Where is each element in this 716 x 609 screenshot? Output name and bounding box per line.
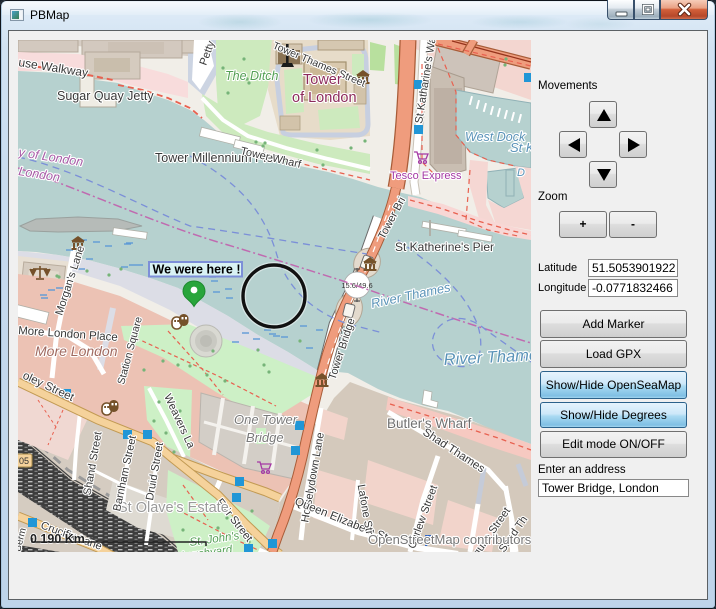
- svg-text:The Ditch: The Ditch: [225, 69, 279, 83]
- svg-text:Bridge: Bridge: [246, 430, 284, 445]
- svg-text:We were here !: We were here !: [153, 263, 241, 277]
- svg-text:St K: St K: [510, 140, 531, 155]
- svg-text:St Olave's Estate: St Olave's Estate: [118, 500, 229, 516]
- svg-text:0 190 Km: 0 190 Km: [30, 532, 85, 546]
- svg-text:St Katherine's Pier: St Katherine's Pier: [395, 240, 494, 254]
- svg-text:D: D: [517, 167, 525, 179]
- svg-text:One Tower: One Tower: [234, 412, 298, 427]
- svg-text:More London: More London: [35, 343, 118, 359]
- svg-text:Tesco Express: Tesco Express: [390, 170, 462, 182]
- svg-text:OpenStreetMap contributors: OpenStreetMap contributors: [368, 532, 531, 547]
- svg-text:Sugar Quay Jetty: Sugar Quay Jetty: [57, 89, 154, 103]
- svg-text:of London: of London: [292, 90, 357, 106]
- svg-text:Tower: Tower: [303, 72, 342, 88]
- svg-text:05: 05: [19, 456, 29, 466]
